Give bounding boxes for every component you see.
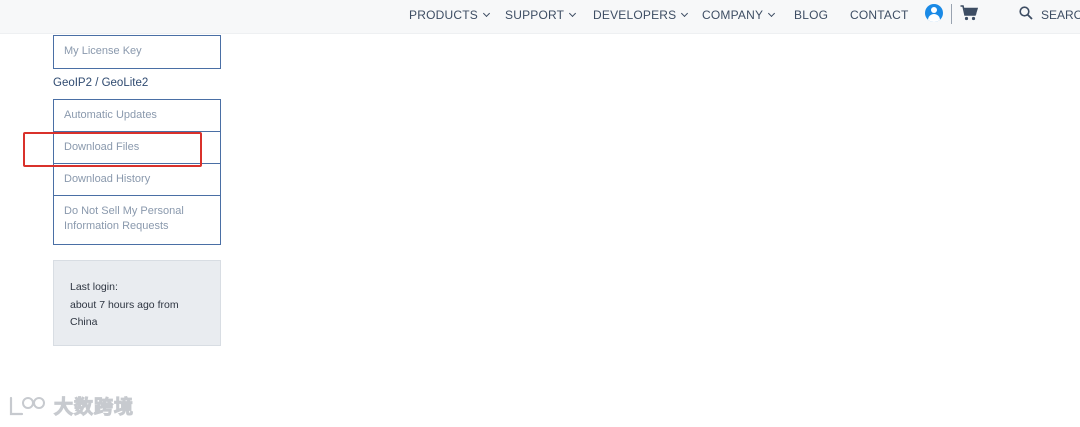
chevron-down-icon xyxy=(482,9,490,18)
nav-developers[interactable]: DEVELOPERS xyxy=(593,8,689,22)
nav-products-label: PRODUCTS xyxy=(409,8,478,22)
section-heading-geoip2: GeoIP2 / GeoLite2 xyxy=(53,77,149,89)
nav-blog[interactable]: BLOG xyxy=(794,8,828,22)
watermark-text: 大数跨境 xyxy=(53,397,135,419)
menu-item-download-history[interactable]: Download History xyxy=(54,164,220,196)
menu-item-automatic-updates[interactable]: Automatic Updates xyxy=(54,100,220,132)
account-icon[interactable] xyxy=(925,4,943,22)
nav-products[interactable]: PRODUCTS xyxy=(409,8,490,22)
nav-developers-label: DEVELOPERS xyxy=(593,8,677,22)
menu-item-my-license-key[interactable]: My License Key xyxy=(54,36,220,68)
last-login-location: China xyxy=(70,316,98,328)
nav-contact[interactable]: CONTACT xyxy=(850,8,909,22)
nav-contact-label: CONTACT xyxy=(850,8,909,22)
search-icon[interactable] xyxy=(1019,6,1033,20)
last-login-panel: Last login: about 7 hours ago from China xyxy=(53,260,221,346)
watermark: 大数跨境 xyxy=(8,392,134,419)
nav-divider xyxy=(951,4,952,24)
chevron-down-icon xyxy=(569,9,577,18)
menu-item-download-files[interactable]: Download Files xyxy=(54,132,220,164)
geoip-menu: Automatic Updates Download Files Downloa… xyxy=(53,99,221,245)
watermark-logo-icon xyxy=(9,396,45,415)
menu-item-do-not-sell[interactable]: Do Not Sell My Personal Information Requ… xyxy=(54,196,220,244)
top-navigation: PRODUCTS SUPPORT DEVELOPERS COMPANY BLOG… xyxy=(0,0,1080,34)
last-login-time: about 7 hours ago from xyxy=(70,298,179,311)
nav-company-label: COMPANY xyxy=(702,8,764,22)
chevron-down-icon xyxy=(681,9,689,18)
last-login-label: Last login: xyxy=(70,281,118,293)
license-menu: My License Key xyxy=(53,35,221,69)
chevron-down-icon xyxy=(768,9,776,18)
cart-icon[interactable] xyxy=(960,5,978,21)
nav-blog-label: BLOG xyxy=(794,8,829,22)
nav-support[interactable]: SUPPORT xyxy=(505,8,577,22)
nav-company[interactable]: COMPANY xyxy=(702,8,776,22)
search-label[interactable]: SEARCH xyxy=(1041,8,1080,22)
nav-support-label: SUPPORT xyxy=(505,8,565,22)
